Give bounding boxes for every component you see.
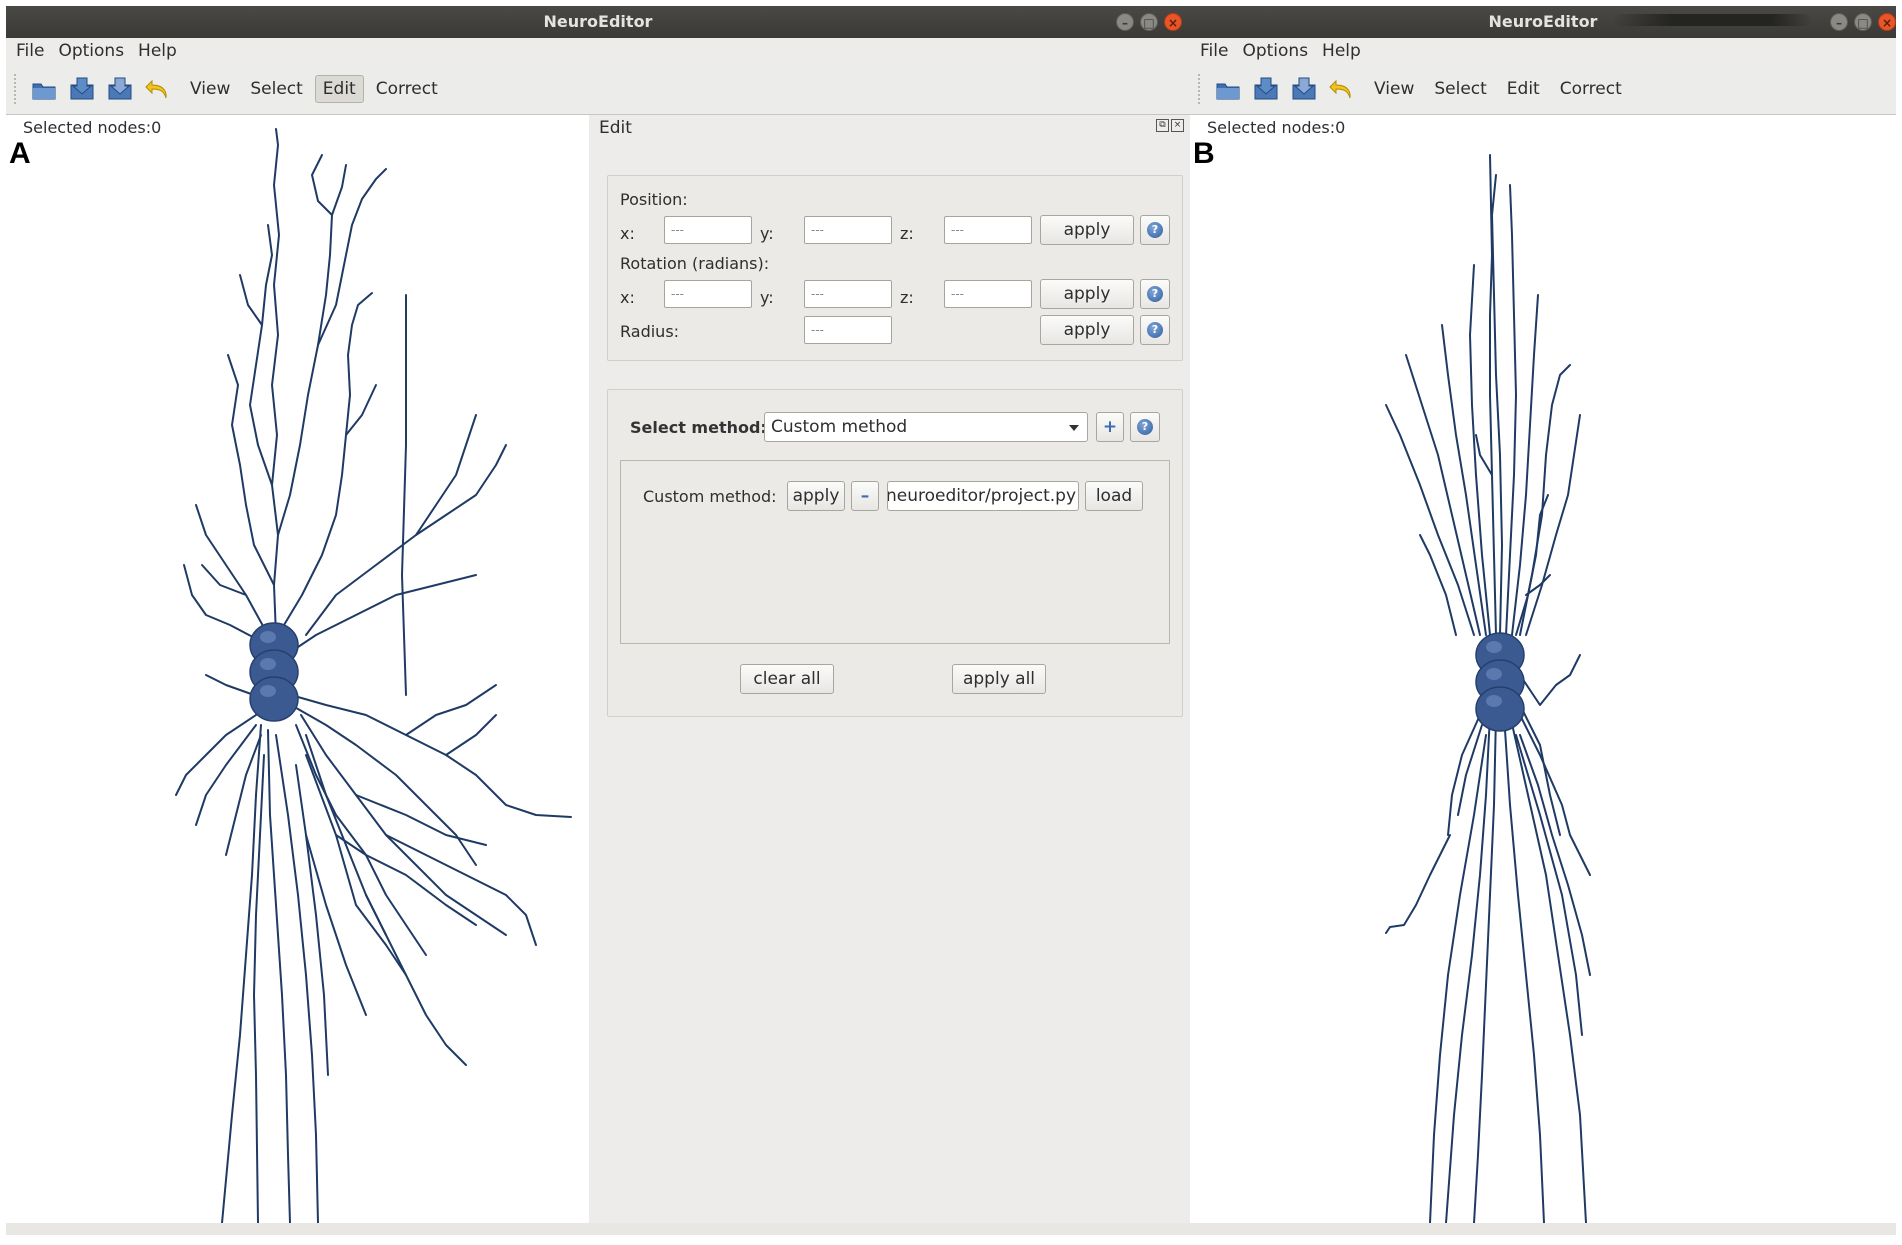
rotation-y-label: y: bbox=[760, 288, 774, 307]
position-apply-button[interactable]: apply bbox=[1040, 215, 1134, 245]
add-method-button[interactable]: + bbox=[1096, 412, 1124, 442]
tab-edit[interactable]: Edit bbox=[314, 75, 364, 103]
menu-help[interactable]: Help bbox=[138, 41, 177, 61]
clear-all-button[interactable]: clear all bbox=[740, 664, 834, 694]
help-icon: ? bbox=[1137, 419, 1153, 435]
custom-method-box: Custom method: apply – /neuroeditor/proj… bbox=[620, 460, 1170, 644]
transform-group: Position: x: --- y: --- z: --- apply ? R… bbox=[607, 175, 1183, 361]
help-icon: ? bbox=[1147, 322, 1163, 338]
redacted-area bbox=[1612, 14, 1812, 26]
position-y-label: y: bbox=[760, 224, 774, 243]
minimize-icon[interactable]: – bbox=[1116, 13, 1134, 31]
maximize-icon[interactable]: □ bbox=[1140, 13, 1158, 31]
position-x-label: x: bbox=[620, 224, 635, 243]
menu-options[interactable]: Options bbox=[1242, 41, 1308, 61]
neuroeditor-window-a: NeuroEditor – □ × File Options Help View… bbox=[6, 6, 1190, 1235]
radius-input[interactable]: --- bbox=[804, 316, 892, 344]
position-z-label: z: bbox=[900, 224, 914, 243]
tab-select[interactable]: Select bbox=[242, 75, 310, 103]
custom-method-label: Custom method: bbox=[643, 487, 777, 506]
help-icon: ? bbox=[1147, 286, 1163, 302]
neuron-morphology-b[interactable] bbox=[1190, 115, 1896, 1223]
soma[interactable] bbox=[1475, 632, 1525, 732]
minimize-icon[interactable]: – bbox=[1830, 13, 1848, 31]
select-method-label: Select method: bbox=[630, 418, 767, 437]
menu-help[interactable]: Help bbox=[1322, 41, 1361, 61]
menu-bar: File Options Help bbox=[6, 38, 1190, 65]
tab-view[interactable]: View bbox=[1366, 75, 1422, 103]
maximize-icon[interactable]: □ bbox=[1854, 13, 1872, 31]
method-group: Select method: Custom method + ? Custom … bbox=[607, 389, 1183, 717]
position-z-input[interactable]: --- bbox=[944, 216, 1032, 244]
position-help-button[interactable]: ? bbox=[1140, 215, 1170, 245]
remove-method-button[interactable]: – bbox=[851, 481, 879, 511]
title-bar[interactable]: NeuroEditor – □ × bbox=[1190, 6, 1896, 38]
close-icon[interactable]: × bbox=[1164, 13, 1182, 31]
undo-icon[interactable] bbox=[1328, 75, 1356, 103]
rotation-z-label: z: bbox=[900, 288, 914, 307]
rotation-help-button[interactable]: ? bbox=[1140, 279, 1170, 309]
rotation-y-input[interactable]: --- bbox=[804, 280, 892, 308]
menu-bar: File Options Help bbox=[1190, 38, 1896, 65]
select-method-value: Custom method bbox=[771, 417, 908, 437]
status-bar bbox=[1190, 1223, 1896, 1235]
status-bar bbox=[6, 1223, 1190, 1235]
float-icon[interactable]: ⧉ bbox=[1156, 119, 1169, 132]
tab-correct[interactable]: Correct bbox=[368, 75, 446, 103]
rotation-x-input[interactable]: --- bbox=[664, 280, 752, 308]
tab-view[interactable]: View bbox=[182, 75, 238, 103]
neuroeditor-window-b: NeuroEditor – □ × File Options Help View… bbox=[1190, 6, 1896, 1235]
menu-file[interactable]: File bbox=[16, 41, 44, 61]
load-script-button[interactable]: load bbox=[1085, 481, 1143, 511]
script-path-input[interactable]: /neuroeditor/project.py bbox=[887, 481, 1079, 511]
custom-method-apply-button[interactable]: apply bbox=[787, 481, 845, 511]
script-path-value: /neuroeditor/project.py bbox=[887, 486, 1076, 506]
menu-file[interactable]: File bbox=[1200, 41, 1228, 61]
radius-help-button[interactable]: ? bbox=[1140, 315, 1170, 345]
open-icon[interactable] bbox=[30, 75, 58, 103]
window-title: NeuroEditor bbox=[543, 12, 653, 31]
open-icon[interactable] bbox=[1214, 75, 1242, 103]
help-icon: ? bbox=[1147, 222, 1163, 238]
neuron-viewport[interactable]: Selected nodes:0 B bbox=[1190, 115, 1896, 1223]
soma[interactable] bbox=[249, 622, 299, 722]
rotation-z-input[interactable]: --- bbox=[944, 280, 1032, 308]
save-icon[interactable] bbox=[68, 75, 96, 103]
save-icon[interactable] bbox=[1252, 75, 1280, 103]
select-method-dropdown[interactable]: Custom method bbox=[764, 412, 1088, 442]
rotation-apply-button[interactable]: apply bbox=[1040, 279, 1134, 309]
position-label: Position: bbox=[620, 190, 688, 209]
menu-options[interactable]: Options bbox=[58, 41, 124, 61]
tab-edit[interactable]: Edit bbox=[1499, 75, 1548, 103]
position-x-input[interactable]: --- bbox=[664, 216, 752, 244]
rotation-label: Rotation (radians): bbox=[620, 254, 770, 273]
chevron-down-icon bbox=[1069, 425, 1079, 431]
close-dock-icon[interactable]: × bbox=[1171, 119, 1184, 132]
neuron-viewport[interactable]: Selected nodes:0 A bbox=[6, 115, 589, 1223]
edit-dock-panel: Edit ⧉ × Position: x: --- y: --- z: --- … bbox=[589, 115, 1190, 1223]
radius-label: Radius: bbox=[620, 322, 680, 341]
save-as-icon[interactable] bbox=[1290, 75, 1318, 103]
close-icon[interactable]: × bbox=[1878, 13, 1896, 31]
position-y-input[interactable]: --- bbox=[804, 216, 892, 244]
toolbar-grip[interactable] bbox=[14, 74, 20, 104]
tab-correct[interactable]: Correct bbox=[1552, 75, 1630, 103]
toolbar: View Select Edit Correct bbox=[6, 64, 1190, 115]
dock-title: Edit bbox=[599, 118, 632, 138]
radius-apply-button[interactable]: apply bbox=[1040, 315, 1134, 345]
undo-icon[interactable] bbox=[144, 75, 172, 103]
apply-all-button[interactable]: apply all bbox=[952, 664, 1046, 694]
toolbar: View Select Edit Correct bbox=[1190, 64, 1896, 115]
toolbar-grip[interactable] bbox=[1198, 74, 1204, 104]
rotation-x-label: x: bbox=[620, 288, 635, 307]
title-bar[interactable]: NeuroEditor – □ × bbox=[6, 6, 1190, 38]
tab-select[interactable]: Select bbox=[1426, 75, 1494, 103]
neuron-morphology-a[interactable] bbox=[6, 115, 589, 1223]
method-help-button[interactable]: ? bbox=[1130, 412, 1160, 442]
save-as-icon[interactable] bbox=[106, 75, 134, 103]
